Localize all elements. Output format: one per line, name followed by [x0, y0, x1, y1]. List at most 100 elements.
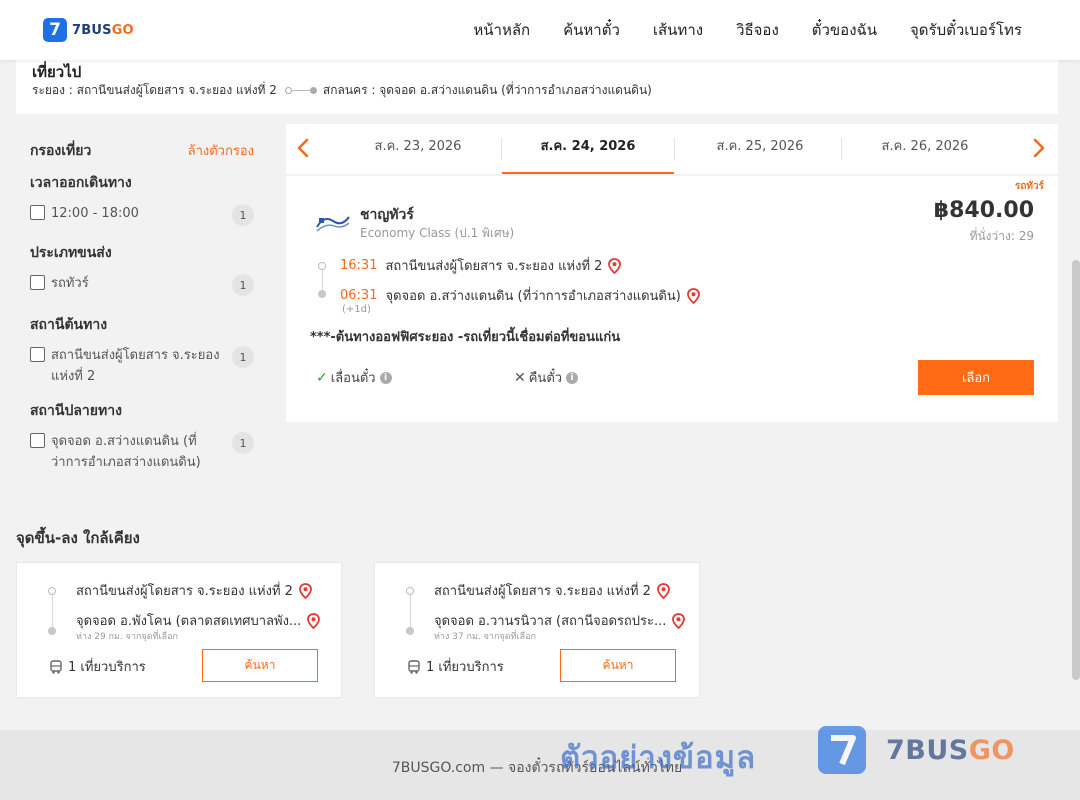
- filter-group-origin-station: สถานีต้นทาง สถานีขนส่งผู้โดยสาร จ.ระยอง …: [30, 314, 254, 387]
- top-header: 7 7BUSGO หน้าหลัก ค้นหาตั๋ว เส้นทาง วิธี…: [0, 0, 1080, 60]
- nav-ticket-pickup[interactable]: จุดรับตั๋วเบอร์โทร: [910, 18, 1022, 42]
- date-tab[interactable]: ส.ค. 23, 2026: [332, 124, 504, 174]
- page-scrollbar[interactable]: [1072, 260, 1080, 680]
- checkbox[interactable]: [30, 347, 45, 362]
- count-badge: 1: [232, 432, 254, 454]
- reschedule-policy: ✓ เลื่อนตั๋ว i: [316, 367, 392, 388]
- nearby-distance: ห่าง 37 กม. จากจุดที่เลือก: [434, 632, 536, 642]
- nearby-origin-label: สถานีขนส่งผู้โดยสาร จ.ระยอง แห่งที่ 2: [434, 584, 651, 599]
- nearby-trip-count-label: 1 เที่ยวบริการ: [68, 660, 146, 675]
- map-pin-icon[interactable]: [657, 582, 670, 599]
- checkbox[interactable]: [30, 205, 45, 220]
- filter-group-title: สถานีต้นทาง: [30, 317, 108, 333]
- trip-summary: เที่ยวไป ระยอง : สถานีขนส่งผู้โดยสาร จ.ร…: [16, 60, 1058, 114]
- map-pin-icon[interactable]: [608, 257, 622, 274]
- nearby-destination: จุดจอด อ.พังโคน (ตลาดสดเทศบาลพัง...: [76, 610, 321, 631]
- filter-group-destination-station: สถานีปลายทาง จุดจอด อ.สว่างแดนดิน (ที่ว่…: [30, 400, 254, 473]
- filter-option[interactable]: สถานีขนส่งผู้โดยสาร จ.ระยอง แห่งที่ 2 1: [30, 345, 254, 387]
- info-icon[interactable]: i: [566, 371, 579, 384]
- filter-header: กรองเที่ยว ล้างตัวกรอง: [30, 140, 254, 162]
- reschedule-label: เลื่อนตั๋ว: [330, 371, 376, 386]
- info-icon[interactable]: i: [379, 371, 392, 384]
- operator-logo-icon: [316, 216, 350, 232]
- filter-option-label: รถทัวร์: [51, 276, 89, 291]
- nearby-trip-count-label: 1 เที่ยวบริการ: [426, 660, 504, 675]
- chevron-right-icon: [1033, 138, 1045, 158]
- date-tab[interactable]: ส.ค. 26, 2026: [839, 124, 1011, 174]
- route-connector-icon: [284, 87, 317, 94]
- filter-option-label: 12:00 - 18:00: [51, 206, 139, 221]
- trip-result-card: รถทัวร์ ชาญทัวร์ Economy Class (ป.1 พิเศ…: [286, 176, 1058, 422]
- filter-group-departure-time: เวลาออกเดินทาง 12:00 - 18:00 1: [30, 172, 254, 226]
- brand-logo[interactable]: 7 7BUSGO: [43, 18, 134, 42]
- filter-group-transport-type: ประเภทขนส่ง รถทัวร์ 1: [30, 242, 254, 296]
- arrival-time: 06:31: [340, 288, 378, 303]
- map-pin-icon[interactable]: [672, 612, 686, 629]
- filter-option-label: จุดจอด อ.สว่างแดนดิน (ที่ว่าการอำเภอสว่า…: [51, 434, 201, 470]
- map-pin-icon[interactable]: [686, 287, 700, 304]
- filter-option[interactable]: รถทัวร์ 1: [30, 273, 254, 296]
- filter-group-title: สถานีปลายทาง: [30, 403, 122, 419]
- trip-route: ระยอง : สถานีขนส่งผู้โดยสาร จ.ระยอง แห่ง…: [32, 81, 652, 100]
- sample-data-watermark: ตัวอย่างข้อมูล: [560, 740, 757, 776]
- main-nav: หน้าหลัก ค้นหาตั๋ว เส้นทาง วิธีจอง ตั๋วข…: [473, 18, 1022, 42]
- nav-home[interactable]: หน้าหลัก: [473, 18, 530, 42]
- map-pin-icon[interactable]: [307, 612, 321, 629]
- filter-group-title: เวลาออกเดินทาง: [30, 175, 132, 191]
- select-trip-button[interactable]: เลือก: [918, 360, 1034, 395]
- clear-filters-link[interactable]: ล้างตัวกรอง: [188, 140, 254, 162]
- count-badge: 1: [232, 346, 254, 368]
- cross-icon: ✕: [514, 369, 526, 386]
- date-tab-active[interactable]: ส.ค. 24, 2026: [502, 124, 674, 174]
- ticket-price: ฿840.00: [933, 198, 1034, 223]
- nearby-destination-label: จุดจอด อ.วานรนิวาส (สถานีจอดรถประ...: [434, 614, 667, 629]
- refund-policy: ✕ คืนตั๋ว i: [514, 367, 579, 388]
- date-selector: ส.ค. 23, 2026 ส.ค. 24, 2026 ส.ค. 25, 202…: [286, 124, 1058, 174]
- date-tab[interactable]: ส.ค. 25, 2026: [674, 124, 846, 174]
- trip-note: ***-ต้นทางออฟฟิศระยอง -รถเที่ยวนี้เชื่อม…: [310, 330, 621, 345]
- seat-class: Economy Class (ป.1 พิเศษ): [360, 226, 515, 240]
- destination-dot-icon: [406, 627, 414, 635]
- vehicle-type-badge: รถทัวร์: [1014, 181, 1044, 192]
- departure-station: สถานีขนส่งผู้โดยสาร จ.ระยอง แห่งที่ 2: [385, 259, 603, 274]
- refund-label: คืนตั๋ว: [528, 371, 563, 386]
- filter-title: กรองเที่ยว: [30, 143, 92, 159]
- logo-text: 7BUSGO: [72, 22, 134, 38]
- filter-option[interactable]: 12:00 - 18:00 1: [30, 203, 254, 226]
- nearby-search-button[interactable]: ค้นหา: [202, 649, 318, 682]
- filter-option[interactable]: จุดจอด อ.สว่างแดนดิน (ที่ว่าการอำเภอสว่า…: [30, 431, 254, 473]
- chevron-left-icon: [297, 138, 309, 158]
- checkbox[interactable]: [30, 275, 45, 290]
- origin-dot-icon: [48, 587, 56, 595]
- watermark-logo-badge-icon: [818, 726, 866, 774]
- trip-origin: ระยอง : สถานีขนส่งผู้โดยสาร จ.ระยอง แห่ง…: [32, 83, 277, 97]
- nav-my-tickets[interactable]: ตั๋วของฉัน: [812, 18, 877, 42]
- nav-routes[interactable]: เส้นทาง: [653, 18, 703, 42]
- destination-dot-icon: [48, 627, 56, 635]
- count-badge: 1: [232, 204, 254, 226]
- logo-badge: 7: [43, 18, 67, 42]
- next-day-indicator: (+1d): [342, 304, 371, 315]
- bus-icon: [408, 659, 420, 674]
- checkbox[interactable]: [30, 433, 45, 448]
- operator-name: ชาญทัวร์: [360, 207, 414, 223]
- nearby-stop-card: สถานีขนส่งผู้โดยสาร จ.ระยอง แห่งที่ 2 จุ…: [16, 562, 342, 698]
- next-date-button[interactable]: [1024, 133, 1054, 163]
- departure-dot-icon: [318, 262, 326, 270]
- nearby-distance: ห่าง 29 กม. จากจุดที่เลือก: [76, 632, 178, 642]
- nav-how-to-book[interactable]: วิธีจอง: [736, 18, 779, 42]
- arrival-stop: 06:31 จุดจอด อ.สว่างแดนดิน (ที่ว่าการอำเ…: [340, 285, 700, 306]
- nearby-origin: สถานีขนส่งผู้โดยสาร จ.ระยอง แห่งที่ 2: [76, 580, 312, 601]
- departure-stop: 16:31 สถานีขนส่งผู้โดยสาร จ.ระยอง แห่งที…: [340, 255, 622, 276]
- prev-date-button[interactable]: [288, 133, 318, 163]
- seats-available: ที่นั่งว่าง: 29: [969, 229, 1034, 243]
- nav-search-tickets[interactable]: ค้นหาตั๋ว: [563, 18, 620, 42]
- nearby-search-button[interactable]: ค้นหา: [560, 649, 676, 682]
- nearby-trip-count: 1 เที่ยวบริการ: [49, 656, 146, 677]
- map-pin-icon[interactable]: [299, 582, 312, 599]
- nearby-destination: จุดจอด อ.วานรนิวาส (สถานีจอดรถประ...: [434, 610, 686, 631]
- nearby-stop-card: สถานีขนส่งผู้โดยสาร จ.ระยอง แห่งที่ 2 จุ…: [374, 562, 700, 698]
- filter-sidebar: กรองเที่ยว ล้างตัวกรอง เวลาออกเดินทาง 12…: [16, 124, 270, 480]
- departure-time: 16:31: [340, 258, 378, 273]
- trip-destination: สกลนคร : จุดจอด อ.สว่างแดนดิน (ที่ว่าการ…: [322, 83, 652, 97]
